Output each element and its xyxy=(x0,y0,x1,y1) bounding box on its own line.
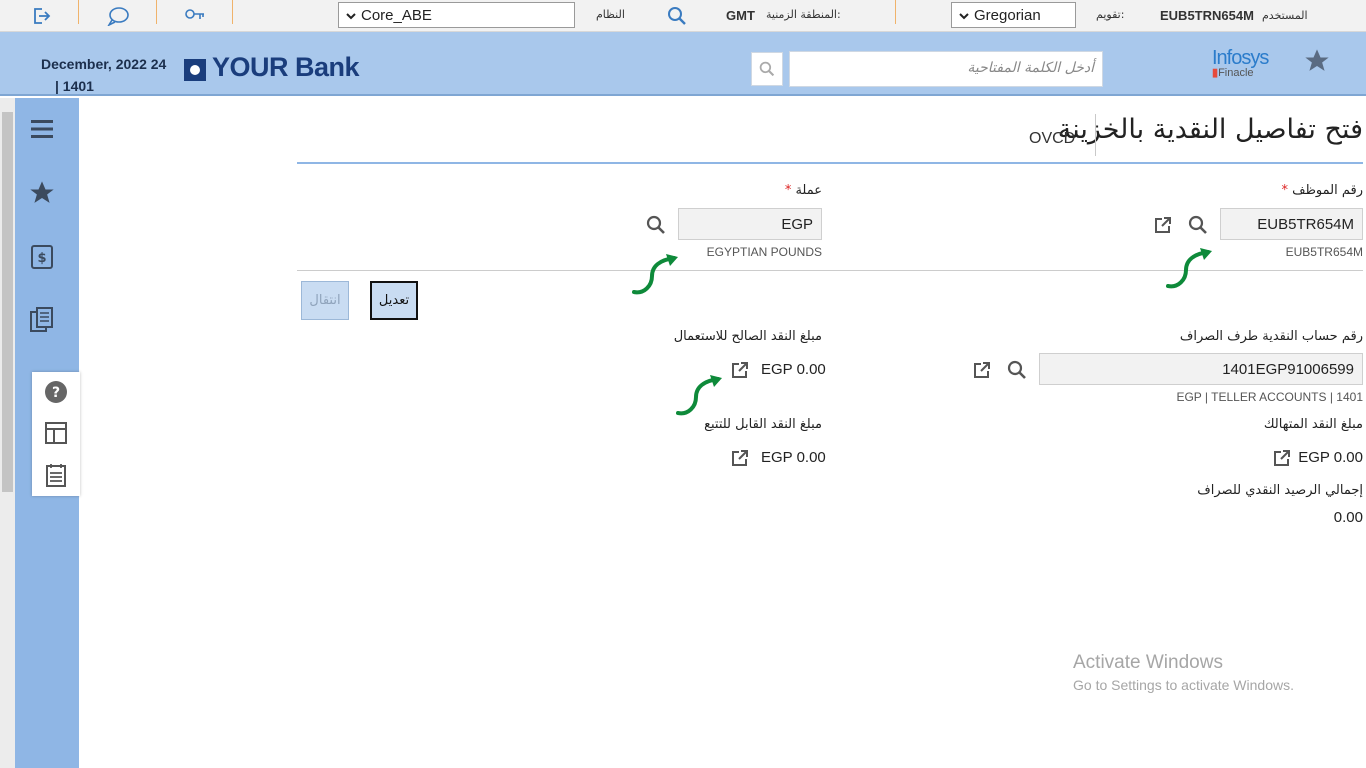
watermark-subtitle: Go to Settings to activate Windows. xyxy=(1073,677,1294,693)
currency-label-text: عملة xyxy=(795,183,822,198)
svg-text:$: $ xyxy=(37,251,46,266)
teller-total-value: 0.00 xyxy=(1333,509,1363,526)
usable-cash-value: EGP 0.00 xyxy=(761,361,826,378)
logout-icon[interactable] xyxy=(28,3,54,29)
branch-code: | 1401 xyxy=(55,78,94,94)
edit-button[interactable]: تعديل xyxy=(370,281,418,320)
employee-label-text: رقم الموظف xyxy=(1292,183,1363,198)
help-icon[interactable]: ? xyxy=(43,379,69,405)
system-value: Core_ABE xyxy=(361,6,432,24)
favorite-star-icon[interactable] xyxy=(1303,47,1331,79)
teller-account-label: رقم حساب النقدية طرف الصراف xyxy=(1179,329,1363,344)
chevron-down-icon xyxy=(959,13,969,20)
system-select[interactable]: Core_ABE xyxy=(338,2,575,28)
calendar-icon[interactable] xyxy=(43,462,69,488)
page-scrollbar[interactable] xyxy=(0,98,15,768)
vendor-logo-bottom: Finacle xyxy=(1218,67,1254,79)
external-link-icon[interactable] xyxy=(729,447,751,469)
layout-icon[interactable] xyxy=(43,420,69,446)
vendor-logo: Infosys ▮Finacle xyxy=(1212,47,1272,85)
toolbar-divider xyxy=(78,0,79,24)
quick-tools-panel: ? xyxy=(32,372,80,496)
search-icon[interactable] xyxy=(1187,214,1209,236)
worn-cash-value: EGP 0.00 xyxy=(1298,449,1363,466)
annotation-arrow-icon xyxy=(632,254,678,295)
search-icon[interactable] xyxy=(1006,359,1028,381)
bank-name: YOUR Bank xyxy=(212,52,360,82)
worn-cash-label: مبلغ النقد المتهالك xyxy=(1263,417,1363,432)
menu-icon[interactable] xyxy=(25,112,59,146)
watermark-title: Activate Windows xyxy=(1073,652,1223,673)
search-icon[interactable] xyxy=(664,3,690,29)
system-label: النظام xyxy=(596,8,625,21)
search-icon xyxy=(759,61,775,77)
calendar-select[interactable]: Gregorian xyxy=(951,2,1076,28)
currency-label: * عملة xyxy=(785,183,822,198)
toolbar-divider xyxy=(232,0,233,24)
top-bar: Core_ABE النظام GMT المنطقة الزمنية: Gre… xyxy=(0,0,1366,32)
annotation-arrow-icon xyxy=(1166,248,1212,289)
title-divider xyxy=(1095,114,1096,156)
business-date: December, 2022 24 xyxy=(41,56,167,72)
external-link-icon[interactable] xyxy=(1271,447,1293,469)
documents-icon[interactable] xyxy=(25,303,59,337)
currency-description: EGYPTIAN POUNDS xyxy=(706,245,822,259)
search-icon[interactable] xyxy=(645,214,667,236)
user-id: EUB5TRN654M xyxy=(1160,8,1254,23)
timezone-value: GMT xyxy=(726,8,755,23)
currency-input[interactable]: EGP xyxy=(678,208,822,240)
timezone-label: المنطقة الزمنية: xyxy=(766,8,841,21)
keyword-search-input[interactable]: أدخل الكلمة المفتاحية xyxy=(789,51,1103,87)
usable-cash-label: مبلغ النقد الصالح للاستعمال xyxy=(673,329,822,344)
key-icon[interactable] xyxy=(182,3,208,29)
teller-account-description: EGP | TELLER ACCOUNTS | 1401 xyxy=(1176,390,1363,404)
employee-id-input[interactable]: EUB5TR654M xyxy=(1220,208,1363,240)
windows-activation-watermark: Activate Windows Go to Settings to activ… xyxy=(1073,652,1294,693)
teller-total-label: إجمالي الرصيد النقدي للصراف xyxy=(1197,483,1363,498)
bank-logo-icon xyxy=(184,59,206,81)
chat-icon[interactable] xyxy=(105,3,131,29)
external-link-icon[interactable] xyxy=(729,359,751,381)
star-icon[interactable] xyxy=(25,176,59,210)
annotation-arrow-icon xyxy=(676,375,722,416)
calendar-label: تقويم: xyxy=(1096,8,1125,21)
title-underline xyxy=(297,162,1363,164)
external-link-icon[interactable] xyxy=(1152,214,1174,236)
toolbar-divider xyxy=(156,0,157,24)
page-title: فتح تفاصيل النقدية بالخزينة xyxy=(1057,114,1363,145)
teller-account-input[interactable]: 1401EGP91006599 xyxy=(1039,353,1363,385)
employee-id-description: EUB5TR654M xyxy=(1285,245,1363,259)
svg-text:?: ? xyxy=(52,385,60,401)
move-button[interactable]: انتقال xyxy=(301,281,349,320)
menu-code: OVCD xyxy=(1029,130,1076,147)
required-marker: * xyxy=(1281,183,1288,198)
calendar-value: Gregorian xyxy=(974,6,1041,24)
user-label: المستخدم xyxy=(1262,9,1308,22)
employee-label: * رقم الموظف xyxy=(1281,183,1363,198)
currency-exchange-icon[interactable]: $ xyxy=(25,240,59,274)
scrollbar-thumb[interactable] xyxy=(2,112,13,492)
required-marker: * xyxy=(784,183,792,198)
traceable-cash-value: EGP 0.00 xyxy=(761,449,826,466)
traceable-cash-label: مبلغ النقد القابل للتتبع xyxy=(704,417,822,432)
external-link-icon[interactable] xyxy=(971,359,993,381)
search-button[interactable] xyxy=(751,52,783,86)
toolbar-divider xyxy=(895,0,896,24)
chevron-down-icon xyxy=(346,13,356,20)
app-header: December, 2022 24 | 1401 YOUR Bank أدخل … xyxy=(0,32,1366,96)
